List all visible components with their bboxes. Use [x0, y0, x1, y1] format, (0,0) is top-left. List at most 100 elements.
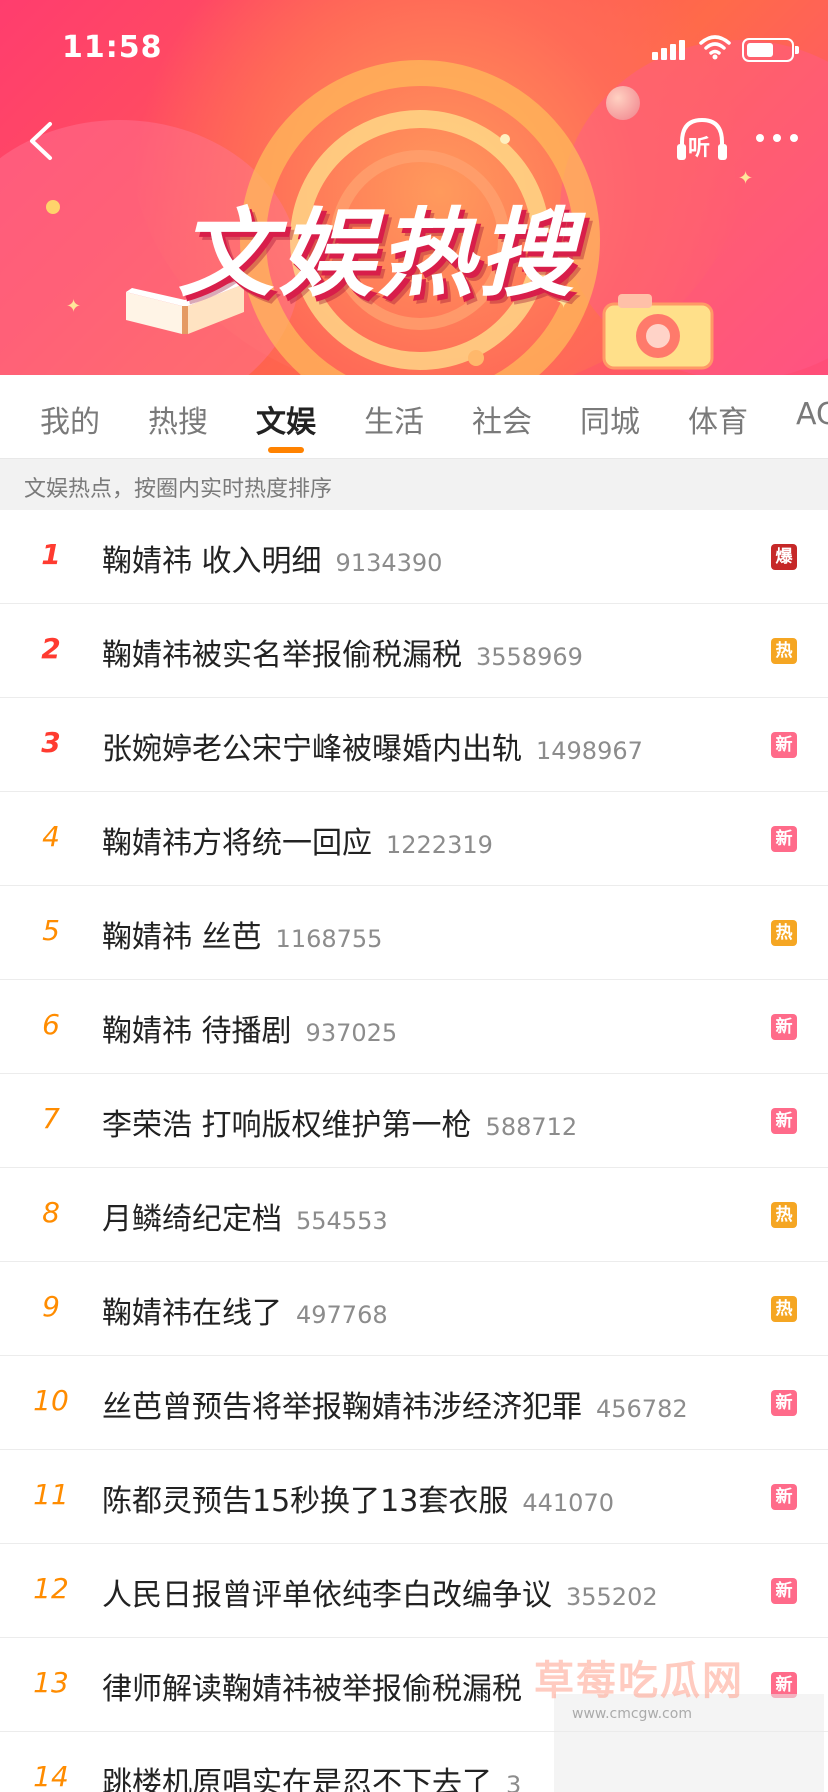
heat-count: 441070: [522, 1489, 614, 1517]
decor-dot: [500, 134, 510, 144]
item-title: 鞠婧祎方将统一回应 1222319: [102, 818, 493, 862]
rank-number: 7: [42, 1102, 60, 1135]
item-title-text: 鞠婧祎 丝芭: [102, 920, 262, 955]
hot-search-item[interactable]: 3 张婉婷老公宋宁峰被曝婚内出轨 1498967 新: [0, 698, 828, 792]
sparkle-icon: ✦: [738, 168, 754, 189]
rank-number: 4: [42, 820, 60, 853]
item-title-text: 人民日报曾评单依纯李白改编争议: [102, 1578, 552, 1613]
item-title: 李荣浩 打响版权维护第一枪 588712: [102, 1100, 577, 1144]
item-title: 律师解读鞠婧祎被举报偷税漏税: [102, 1664, 536, 1708]
heat-count: 588712: [485, 1113, 578, 1141]
status-badge: 新: [771, 1578, 797, 1604]
item-title: 鞠婧祎 丝芭 1168755: [102, 912, 382, 956]
hot-search-list: 1 鞠婧祎 收入明细 9134390 爆 2 鞠婧祎被实名举报偷税漏税 3558969 热 3 张…: [0, 510, 828, 1792]
hot-search-item[interactable]: 9 鞠婧祎在线了 497768 热: [0, 1262, 828, 1356]
heat-count: 1498967: [536, 737, 643, 765]
battery-icon: [742, 38, 799, 62]
status-bar: 11:58: [0, 0, 828, 96]
hot-search-item[interactable]: 12 人民日报曾评单依纯李白改编争议 355202 新: [0, 1544, 828, 1638]
rank-number: 2: [41, 632, 61, 665]
watermark-url: www.cmcgw.com: [572, 1706, 692, 1722]
status-time: 11:58: [62, 30, 163, 65]
status-badge: 热: [771, 638, 797, 664]
item-title-text: 鞠婧祎被实名举报偷税漏税: [102, 638, 462, 673]
category-tabs: 我的 热搜 文娱 生活 社会 同城 体育 AC: [0, 375, 828, 459]
hot-search-item[interactable]: 11 陈都灵预告15秒换了13套衣服 441070 新: [0, 1450, 828, 1544]
item-title-text: 陈都灵预告15秒换了13套衣服: [102, 1484, 509, 1519]
heat-count: 937025: [305, 1019, 398, 1047]
status-badge: 新: [771, 1390, 797, 1416]
sparkle-icon: ✦: [66, 296, 82, 317]
rank-number: 1: [41, 538, 61, 571]
item-title-text: 鞠婧祎在线了: [102, 1296, 282, 1331]
item-title-text: 鞠婧祎方将统一回应: [102, 826, 372, 861]
listen-label: 听: [688, 136, 711, 161]
watermark-text: 草莓吃瓜网: [534, 1658, 744, 1704]
tab-mine[interactable]: 我的: [40, 397, 100, 441]
item-title: 月鳞绮纪定档 554553: [102, 1194, 388, 1238]
status-badge: 新: [771, 1108, 797, 1134]
heat-count: 456782: [596, 1395, 688, 1423]
item-title: 鞠婧祎 待播剧 937025: [102, 1006, 397, 1050]
more-options-button[interactable]: [752, 122, 802, 152]
status-badge: 爆: [771, 544, 797, 570]
item-title: 人民日报曾评单依纯李白改编争议 355202: [102, 1570, 658, 1614]
heat-count: 1168755: [275, 925, 383, 953]
heat-count: 1222319: [386, 831, 493, 859]
heat-count: 554553: [296, 1207, 388, 1235]
tab-sports[interactable]: 体育: [688, 397, 748, 441]
rank-number: 14: [33, 1760, 69, 1792]
tab-hot-search[interactable]: 热搜: [148, 397, 208, 441]
status-badge: 新: [771, 1014, 797, 1040]
camera-icon: [602, 294, 714, 370]
rank-number: 10: [33, 1384, 69, 1417]
item-title-text: 鞠婧祎 待播剧: [102, 1014, 292, 1049]
rank-number: 9: [42, 1290, 60, 1323]
cellular-signal-icon: [652, 38, 688, 60]
banner-title: 文娱热搜: [178, 198, 578, 310]
decor-dot: [468, 350, 484, 366]
status-badge: 热: [771, 1202, 797, 1228]
item-title: 张婉婷老公宋宁峰被曝婚内出轨 1498967: [102, 724, 643, 768]
status-badge: 新: [771, 826, 797, 852]
item-title-text: 李荣浩 打响版权维护第一枪: [102, 1108, 472, 1143]
heat-count: 3558969: [476, 643, 583, 671]
tab-society[interactable]: 社会: [472, 397, 532, 441]
back-button[interactable]: [18, 116, 62, 166]
status-badge: 热: [771, 1296, 797, 1322]
item-title-text: 丝芭曾预告将举报鞠婧祎涉经济犯罪: [102, 1390, 582, 1425]
tab-life[interactable]: 生活: [364, 397, 424, 441]
hot-search-item[interactable]: 5 鞠婧祎 丝芭 1168755 热: [0, 886, 828, 980]
tab-entertainment[interactable]: 文娱: [256, 397, 316, 441]
tab-acg[interactable]: AC: [796, 397, 828, 432]
rank-number: 5: [42, 914, 60, 947]
wifi-icon: [699, 35, 731, 60]
rank-number: 8: [42, 1196, 60, 1229]
item-title: 丝芭曾预告将举报鞠婧祎涉经济犯罪 456782: [102, 1382, 688, 1426]
heat-count: 497768: [296, 1301, 388, 1329]
item-title-text: 跳楼机原唱实在是忍不下去了: [102, 1766, 492, 1792]
rank-number: 3: [41, 726, 61, 759]
hot-search-item[interactable]: 6 鞠婧祎 待播剧 937025 新: [0, 980, 828, 1074]
hot-search-item[interactable]: 7 李荣浩 打响版权维护第一枪 588712 新: [0, 1074, 828, 1168]
rank-number: 13: [33, 1666, 69, 1699]
rank-number: 11: [33, 1478, 69, 1511]
hot-search-item[interactable]: 8 月鳞绮纪定档 554553 热: [0, 1168, 828, 1262]
list-description-bar: 文娱热点，按圈内实时热度排序: [0, 459, 828, 510]
hot-search-item[interactable]: 10 丝芭曾预告将举报鞠婧祎涉经济犯罪 456782 新: [0, 1356, 828, 1450]
chevron-left-icon: [30, 122, 52, 160]
heat-count: 9134390: [335, 549, 443, 577]
item-title: 陈都灵预告15秒换了13套衣服 441070: [102, 1476, 614, 1520]
status-badge: 新: [771, 732, 797, 758]
hot-search-item[interactable]: 1 鞠婧祎 收入明细 9134390 爆: [0, 510, 828, 604]
status-badge: 热: [771, 920, 797, 946]
active-tab-indicator: [268, 447, 304, 453]
item-title: 跳楼机原唱实在是忍不下去了 3: [102, 1758, 521, 1792]
heat-count: 355202: [566, 1583, 658, 1611]
item-title-text: 律师解读鞠婧祎被举报偷税漏税: [102, 1672, 522, 1707]
tab-local[interactable]: 同城: [580, 397, 640, 441]
listen-button[interactable]: 听: [674, 114, 730, 166]
hot-search-item[interactable]: 4 鞠婧祎方将统一回应 1222319 新: [0, 792, 828, 886]
hot-search-item[interactable]: 2 鞠婧祎被实名举报偷税漏税 3558969 热: [0, 604, 828, 698]
rank-number: 6: [42, 1008, 60, 1041]
